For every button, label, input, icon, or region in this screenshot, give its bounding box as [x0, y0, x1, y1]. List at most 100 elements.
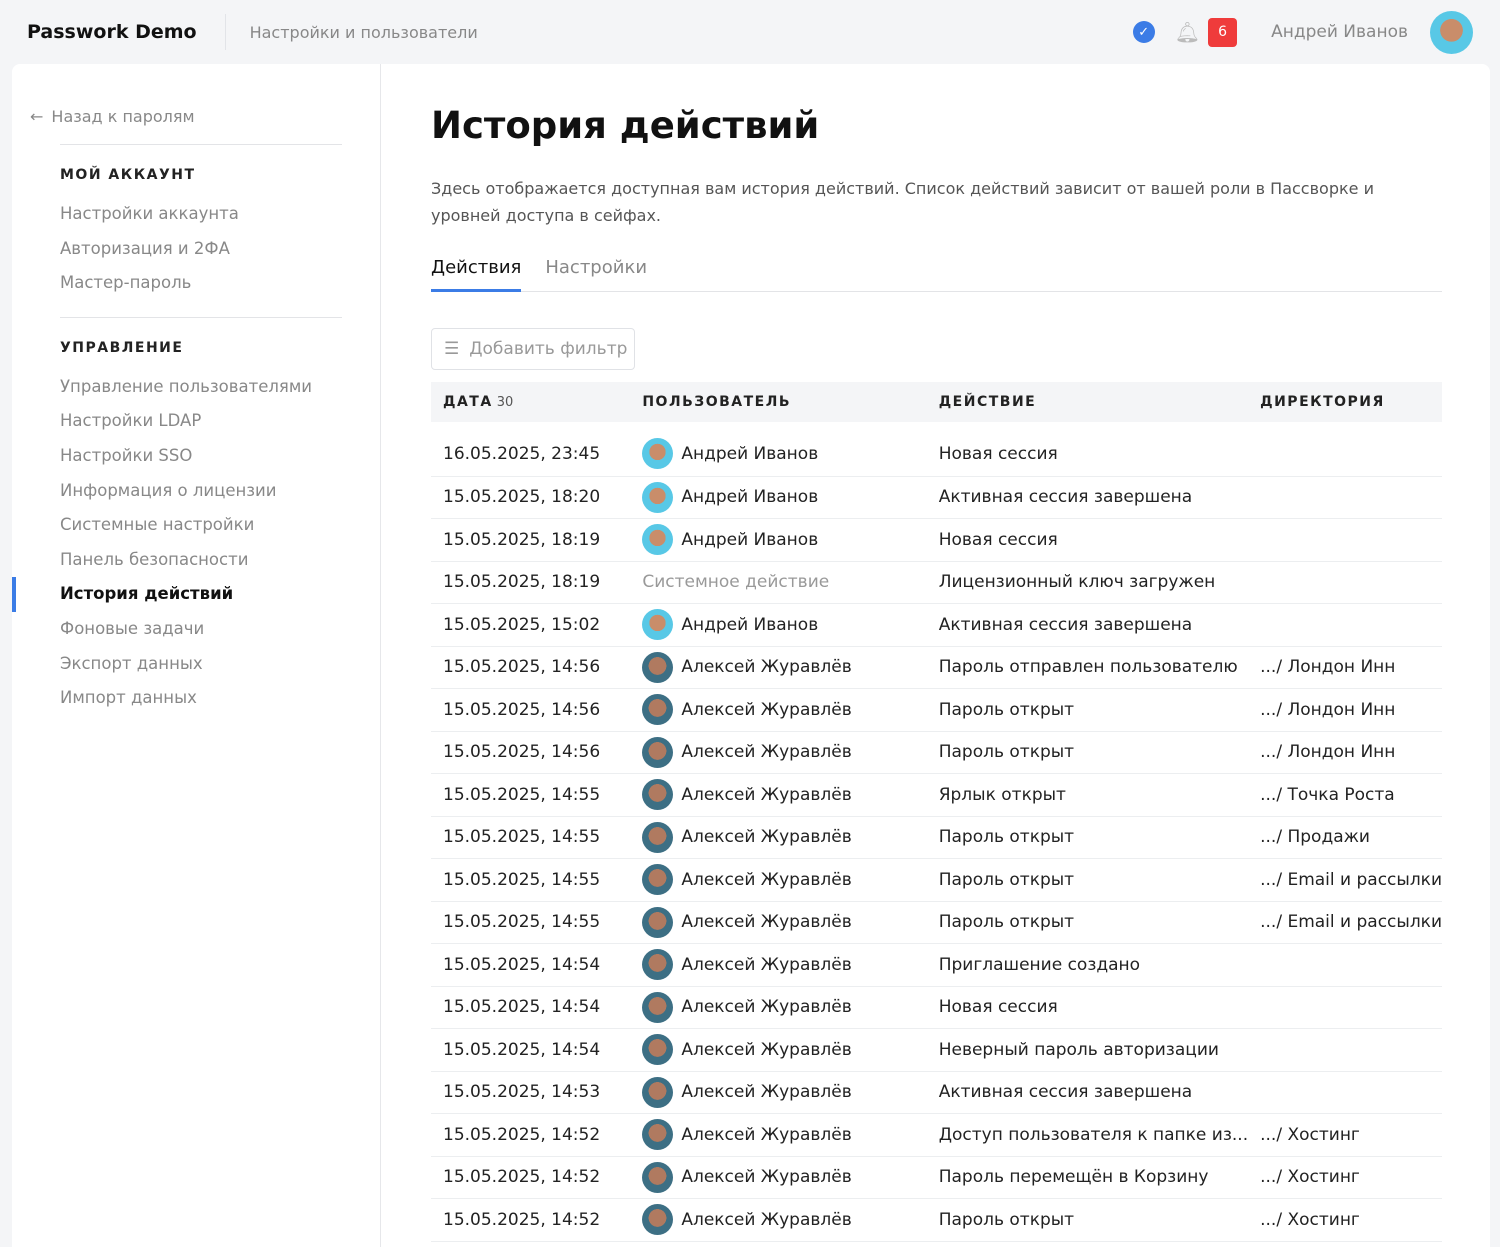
- add-filter-button[interactable]: ☰ Добавить фильтр: [431, 328, 635, 370]
- sidebar-item[interactable]: Мастер-пароль: [12, 266, 380, 301]
- table-row[interactable]: 15.05.2025, 14:56 Алексей Журавлёв Парол…: [431, 688, 1442, 732]
- user-avatar: [642, 821, 674, 853]
- table-row[interactable]: 15.05.2025, 14:53 Алексей Журавлёв Актив…: [431, 1071, 1442, 1114]
- user-name: Алексей Журавлёв: [681, 657, 852, 678]
- sidebar-item[interactable]: История действий: [12, 577, 380, 612]
- divider: [60, 144, 342, 145]
- user-name: Алексей Журавлёв: [681, 1124, 852, 1145]
- directory-cell: [1248, 561, 1442, 604]
- table-row[interactable]: 15.05.2025, 14:52 Алексей Журавлёв Досту…: [431, 1113, 1442, 1157]
- sidebar-item[interactable]: Авторизация и 2ФА: [12, 232, 380, 267]
- directory-cell: [1248, 986, 1442, 1029]
- table-row[interactable]: 15.05.2025, 14:55 Алексей Журавлёв Ярлык…: [431, 773, 1442, 817]
- action-cell: Новая сессия: [926, 518, 1249, 562]
- directory-cell[interactable]: .../ Хостинг: [1248, 1198, 1442, 1242]
- sidebar-item[interactable]: Панель безопасности: [12, 543, 380, 578]
- user-cell: Алексей Журавлёв: [630, 731, 927, 774]
- directory-cell[interactable]: .../ Хостинг: [1248, 1113, 1442, 1157]
- user-name: Алексей Журавлёв: [681, 912, 852, 933]
- directory-cell: [1248, 603, 1442, 647]
- directory-cell[interactable]: .../ Email и рассылки: [1248, 858, 1442, 902]
- sidebar: ← Назад к паролям МОЙ АККАУНТ Настройки ак…: [12, 64, 381, 1247]
- directory-cell[interactable]: .../ Лондон Инн: [1248, 731, 1442, 774]
- user-name: Алексей Журавлёв: [681, 869, 852, 890]
- sidebar-item[interactable]: Экспорт данных: [12, 647, 380, 682]
- user-cell: Алексей Журавлёв: [630, 901, 927, 944]
- tab-settings[interactable]: Настройки: [545, 257, 647, 291]
- user-cell: Андрей Иванов: [630, 518, 927, 562]
- sidebar-item[interactable]: Импорт данных: [12, 681, 380, 716]
- column-date[interactable]: ДАТА 30: [431, 382, 631, 422]
- sidebar-item[interactable]: Системные настройки: [12, 508, 380, 543]
- table-row[interactable]: 16.05.2025, 23:45 Андрей Иванов Новая се…: [431, 422, 1442, 477]
- table-row[interactable]: 15.05.2025, 18:19 Системное действие Лиц…: [431, 561, 1442, 604]
- directory-cell[interactable]: .../ Лондон Инн: [1248, 646, 1442, 689]
- user-name[interactable]: Андрей Иванов: [1271, 22, 1408, 42]
- directory-cell[interactable]: .../ Хостинг: [1248, 1156, 1442, 1199]
- avatar[interactable]: [1430, 10, 1473, 54]
- table-row[interactable]: 15.05.2025, 14:55 Алексей Журавлёв Парол…: [431, 816, 1442, 859]
- user-avatar: [642, 906, 674, 938]
- tab-actions[interactable]: Действия: [431, 257, 522, 292]
- directory-cell[interactable]: .../ Продажи: [1248, 816, 1442, 859]
- column-action[interactable]: ДЕЙСТВИЕ: [926, 382, 1249, 422]
- user-name: Системное действие: [642, 572, 830, 593]
- user-avatar: [642, 949, 674, 981]
- date-cell: 15.05.2025, 14:56: [431, 646, 631, 689]
- column-user[interactable]: ПОЛЬЗОВАТЕЛЬ: [630, 382, 927, 422]
- user-avatar: [642, 438, 674, 470]
- table-row[interactable]: 15.05.2025, 14:54 Алексей Журавлёв Невер…: [431, 1028, 1442, 1072]
- breadcrumb[interactable]: Настройки и пользователи: [250, 23, 478, 42]
- table-row[interactable]: 15.05.2025, 15:02 Андрей Иванов Активная…: [431, 603, 1442, 647]
- user-avatar: [642, 1119, 674, 1151]
- date-cell: 16.05.2025, 23:45: [431, 422, 631, 477]
- directory-cell[interactable]: .../ Email и рассылки: [1248, 901, 1442, 944]
- user-avatar: [642, 651, 674, 683]
- table-row[interactable]: 15.05.2025, 14:54 Алексей Журавлёв Пригл…: [431, 943, 1442, 987]
- date-cell: 15.05.2025, 14:55: [431, 816, 631, 859]
- user-cell: Алексей Журавлёв: [630, 943, 927, 987]
- user-avatar: [642, 864, 674, 896]
- table-row[interactable]: 15.05.2025, 14:52 Алексей Журавлёв Парол…: [431, 1198, 1442, 1242]
- page-title: История действий: [431, 104, 820, 147]
- table-row[interactable]: 15.05.2025, 18:20 Андрей Иванов Активная…: [431, 476, 1442, 519]
- table-row[interactable]: 15.05.2025, 14:54 Алексей Журавлёв Новая…: [431, 986, 1442, 1029]
- table-row[interactable]: 15.05.2025, 14:55 Алексей Журавлёв Парол…: [431, 858, 1442, 902]
- sidebar-item[interactable]: Фоновые задачи: [12, 612, 380, 647]
- sidebar-item[interactable]: Настройки аккаунта: [12, 197, 380, 232]
- user-avatar: [642, 524, 674, 556]
- bell-icon[interactable]: 🔔︎: [1175, 20, 1200, 44]
- notification-badge[interactable]: 6: [1208, 17, 1238, 47]
- user-cell: Алексей Журавлёв: [630, 1071, 927, 1114]
- action-cell: Приглашение создано: [926, 943, 1249, 987]
- user-avatar: [642, 609, 674, 641]
- sidebar-item[interactable]: Настройки SSO: [12, 439, 380, 474]
- user-cell: Алексей Журавлёв: [630, 688, 927, 732]
- table-row[interactable]: 15.05.2025, 14:56 Алексей Журавлёв Парол…: [431, 646, 1442, 689]
- table-row[interactable]: 15.05.2025, 14:52 Алексей Журавлёв Парол…: [431, 1156, 1442, 1199]
- brand-logo[interactable]: Passwork Demo: [27, 21, 197, 43]
- action-cell: Лицензионный ключ загружен: [926, 561, 1249, 604]
- column-directory[interactable]: ДИРЕКТОРИЯ: [1248, 382, 1442, 422]
- table-row[interactable]: 15.05.2025, 18:19 Андрей Иванов Новая се…: [431, 518, 1442, 562]
- verified-check-icon[interactable]: ✓: [1132, 21, 1155, 43]
- back-label: Назад к паролям: [51, 106, 195, 126]
- sidebar-item[interactable]: Информация о лицензии: [12, 474, 380, 509]
- table-row[interactable]: 15.05.2025, 14:55 Алексей Журавлёв Парол…: [431, 901, 1442, 944]
- user-avatar: [642, 1161, 674, 1193]
- table-row[interactable]: 15.05.2025, 14:56 Алексей Журавлёв Парол…: [431, 731, 1442, 774]
- action-cell: Пароль открыт: [926, 858, 1249, 902]
- sidebar-item[interactable]: Управление пользователями: [12, 370, 380, 405]
- action-cell: Неверный пароль авторизации: [926, 1028, 1249, 1072]
- date-cell: 15.05.2025, 15:02: [431, 603, 631, 647]
- action-cell: Пароль открыт: [926, 688, 1249, 732]
- directory-cell[interactable]: .../ Лондон Инн: [1248, 688, 1442, 732]
- action-cell: Пароль открыт: [926, 901, 1249, 944]
- back-to-passwords-link[interactable]: ← Назад к паролям: [12, 104, 380, 128]
- tabs: Действия Настройки: [431, 257, 1442, 292]
- action-cell: Активная сессия завершена: [926, 476, 1249, 519]
- directory-cell[interactable]: .../ Точка Роста: [1248, 773, 1442, 817]
- sidebar-item[interactable]: Настройки LDAP: [12, 404, 380, 439]
- page-description: Здесь отображается доступная вам история…: [431, 179, 1374, 225]
- action-cell: Активная сессия завершена: [926, 1071, 1249, 1114]
